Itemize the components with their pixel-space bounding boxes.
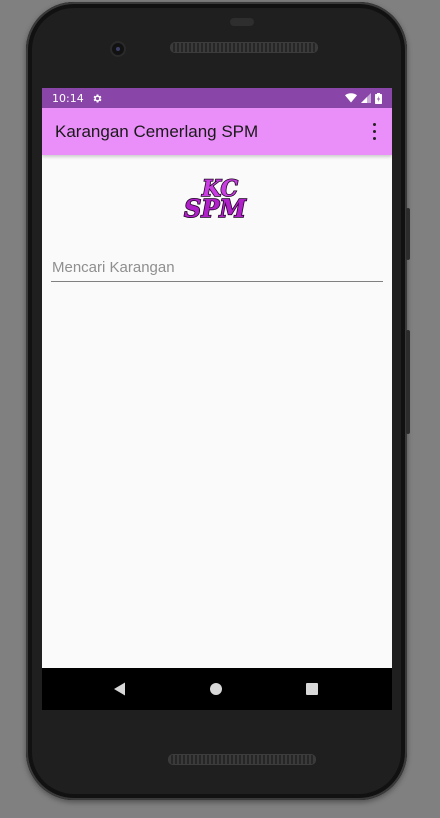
- overflow-menu-icon[interactable]: [368, 122, 380, 142]
- status-bar: 10:14: [42, 88, 392, 108]
- status-icons: [345, 92, 382, 104]
- app-title: Karangan Cemerlang SPM: [55, 121, 259, 141]
- signal-icon: [361, 93, 371, 103]
- logo-text-spm-fill: SPM: [184, 194, 247, 223]
- search-input[interactable]: [51, 256, 383, 282]
- status-time: 10:14: [52, 91, 84, 105]
- front-camera-icon: [110, 41, 126, 57]
- sensor-slot: [230, 18, 254, 26]
- bottom-speaker-grille: [168, 754, 316, 765]
- volume-button: [406, 208, 410, 260]
- kc-spm-logo: KC KC SPM SPM: [183, 175, 248, 224]
- navigation-bar: [42, 668, 392, 710]
- wifi-icon: [345, 93, 357, 103]
- back-icon[interactable]: [112, 681, 128, 697]
- recents-icon[interactable]: [304, 681, 320, 697]
- device-screen: 10:14 Karangan Cemerlang SPM KC KC SPM S…: [42, 88, 392, 668]
- power-button: [406, 330, 410, 434]
- app-bar: Karangan Cemerlang SPM: [42, 108, 392, 155]
- top-speaker-grille: [170, 42, 318, 53]
- home-icon[interactable]: [208, 681, 224, 697]
- battery-icon: [375, 92, 382, 104]
- gear-icon: [93, 94, 102, 102]
